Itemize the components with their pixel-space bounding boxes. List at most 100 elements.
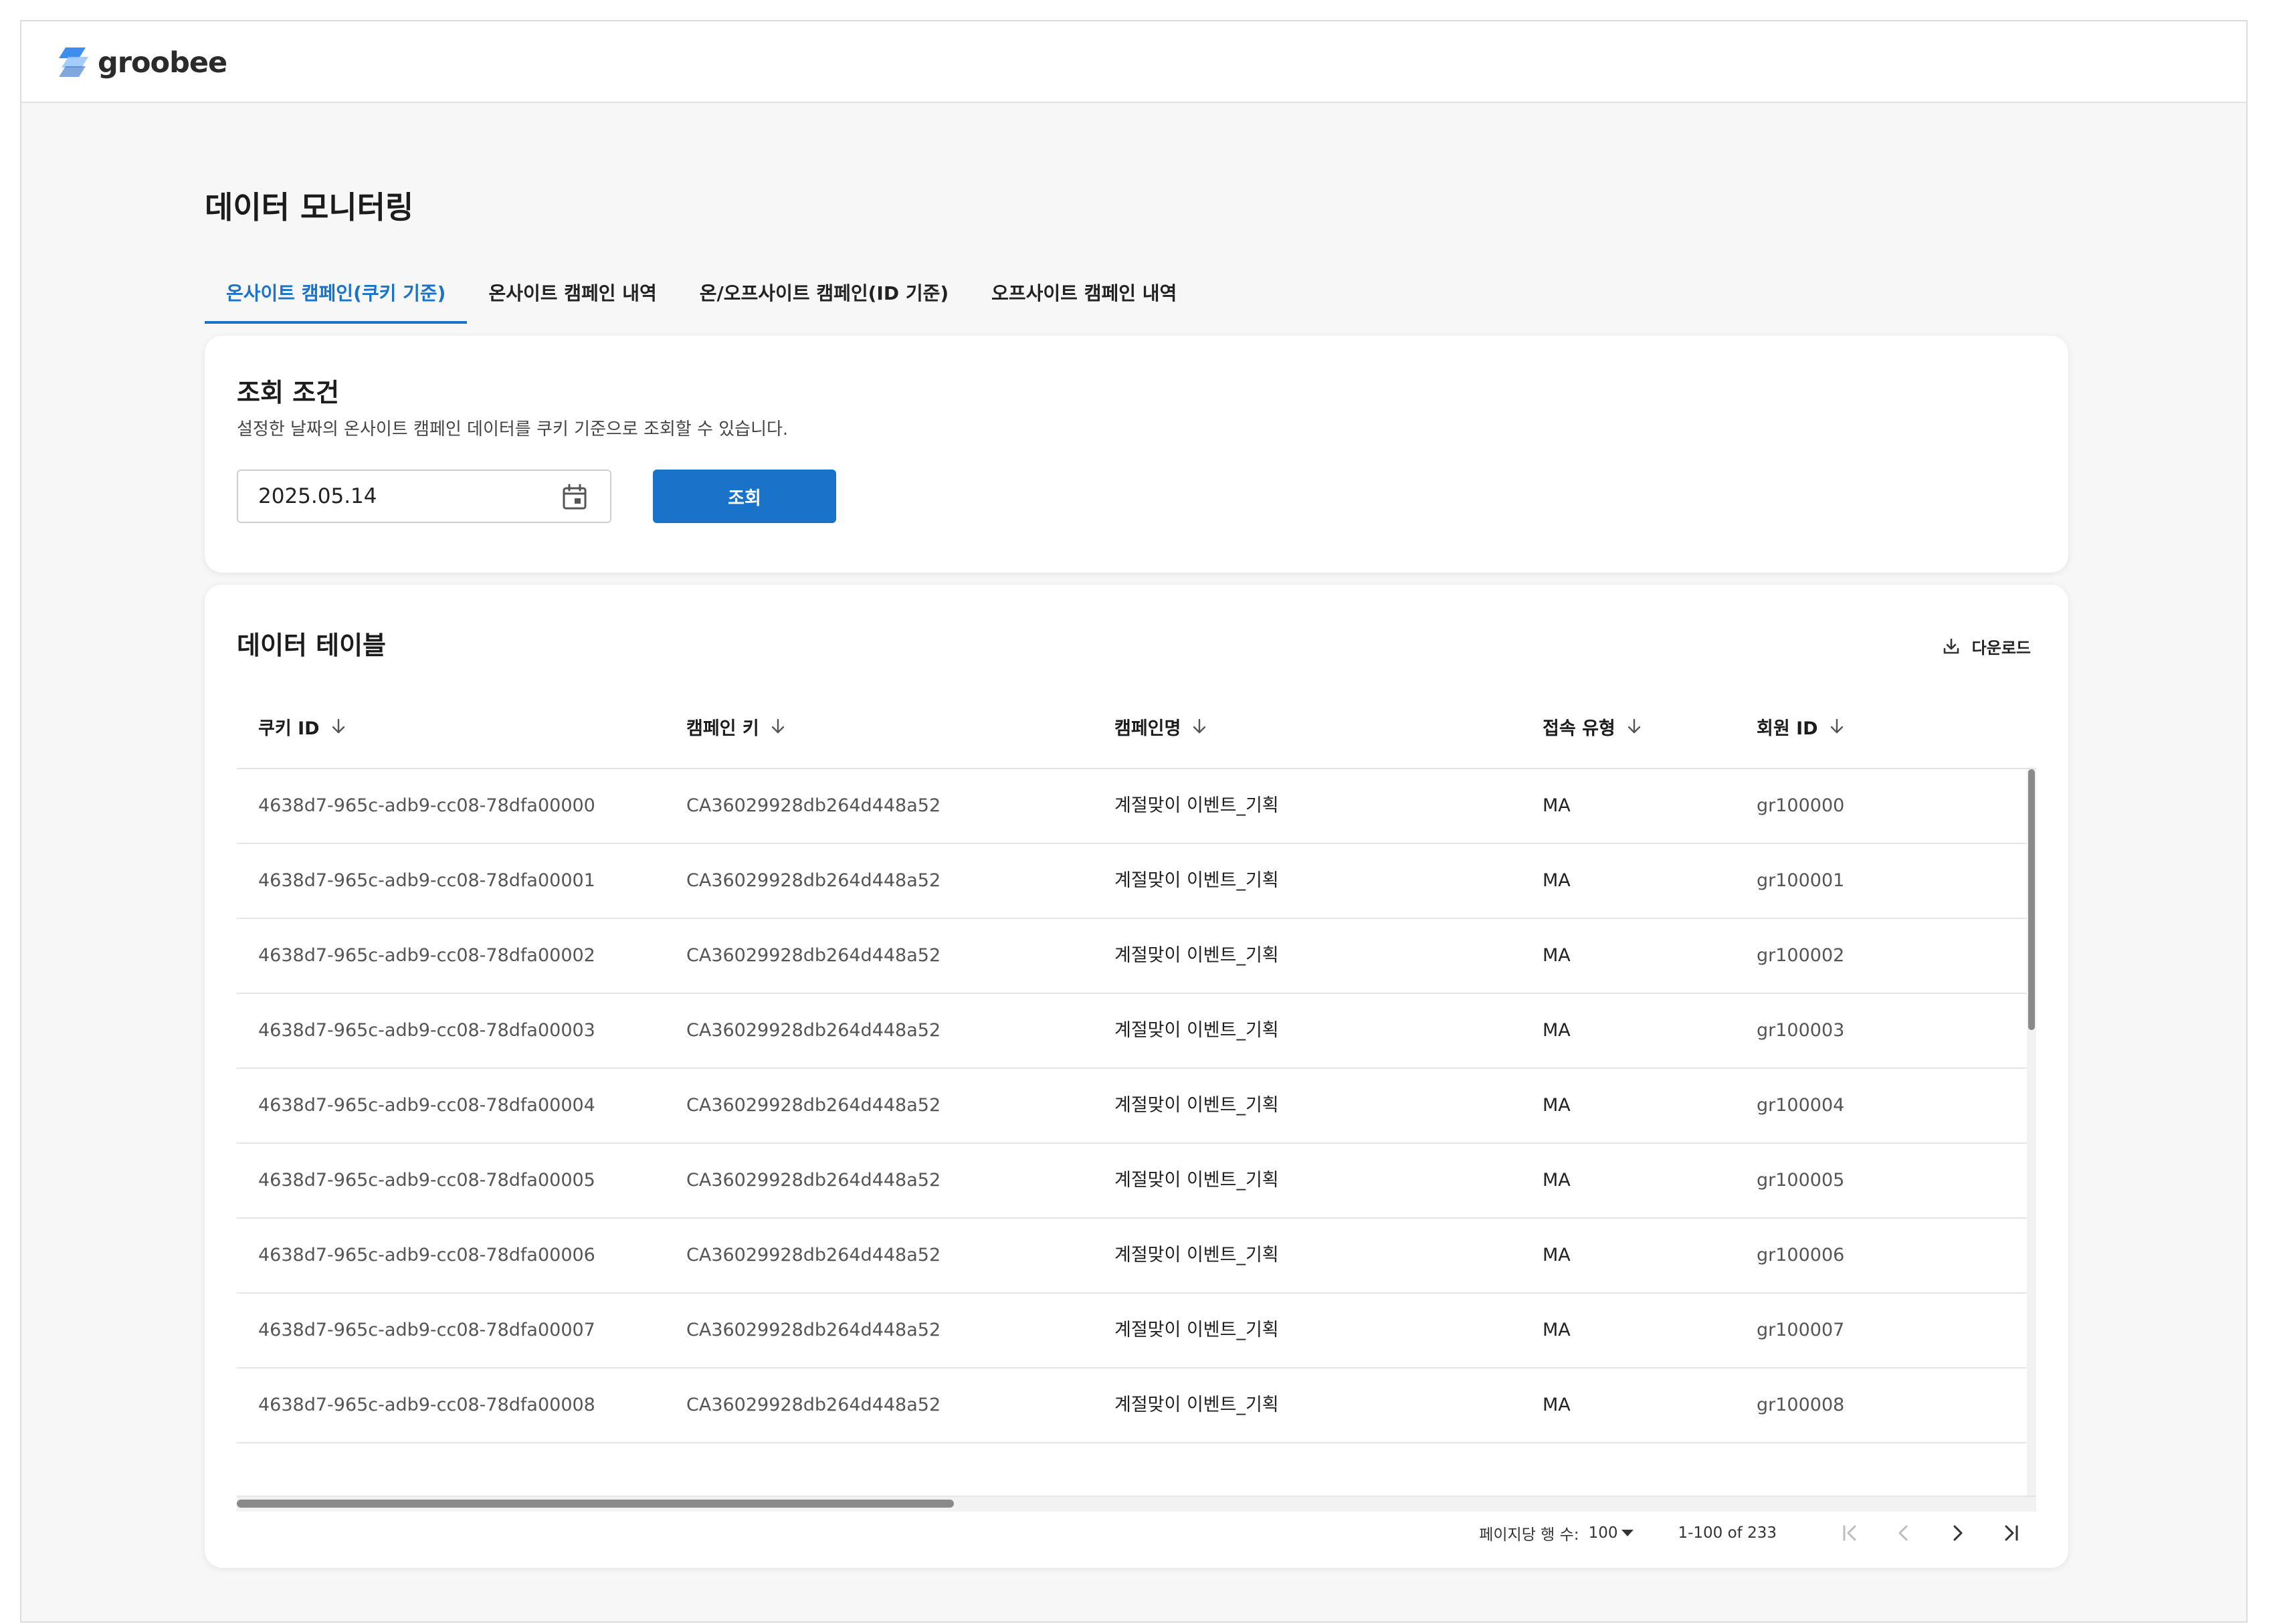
cell-cookie-id: 4638d7-965c-adb9-cc08-78dfa00005 [258, 1170, 595, 1191]
rows-per-page-label: 페이지당 행 수: [1479, 1526, 1579, 1544]
download-icon [1943, 638, 1959, 654]
column-header-cookie-id[interactable]: 쿠키 ID [258, 685, 347, 768]
rows-per-page-select[interactable]: 100 [1589, 1524, 1636, 1542]
cell-campaign-key: CA36029928db264d448a52 [686, 1095, 941, 1116]
cell-campaign-name: 계절맞이 이벤트_기획 [1114, 1395, 1279, 1415]
column-header-access-type[interactable]: 접속 유형 [1543, 685, 1642, 768]
cell-campaign-name: 계절맞이 이벤트_기획 [1114, 795, 1279, 816]
arrow-down-icon [1830, 718, 1843, 734]
tab-on-offsite-id[interactable]: 온/오프사이트 캠페인(ID 기준) [678, 269, 970, 324]
column-header-label: 회원 ID [1757, 718, 1818, 739]
cell-campaign-key: CA36029928db264d448a52 [686, 945, 941, 966]
cell-campaign-key: CA36029928db264d448a52 [686, 1020, 941, 1041]
tab-offsite-history[interactable]: 오프사이트 캠페인 내역 [970, 269, 1198, 324]
tab-bar: 온사이트 캠페인(쿠키 기준) 온사이트 캠페인 내역 온/오프사이트 캠페인(… [205, 269, 1198, 325]
cell-campaign-key: CA36029928db264d448a52 [686, 795, 941, 816]
column-header-campaign-key[interactable]: 캠페인 키 [686, 685, 786, 768]
cell-member-id: gr100002 [1757, 945, 1845, 966]
cell-access-type: MA [1543, 1020, 1571, 1041]
top-bar: groobee [21, 21, 2246, 103]
app-window: groobee 데이터 모니터링 온사이트 캠페인(쿠키 기준) 온사이트 캠페… [20, 20, 2248, 1623]
cell-member-id: gr100001 [1757, 870, 1845, 891]
cell-cookie-id: 4638d7-965c-adb9-cc08-78dfa00004 [258, 1095, 595, 1116]
data-table-card: 데이터 테이블 다운로드 쿠키 ID 캠페인 키 캠페인명 접속 유형 회원 I… [205, 585, 2068, 1568]
date-input[interactable] [258, 484, 539, 508]
cell-campaign-key: CA36029928db264d448a52 [686, 1170, 941, 1191]
next-page-button[interactable] [1937, 1513, 1977, 1553]
cell-member-id: gr100006 [1757, 1245, 1845, 1265]
prev-page-button[interactable] [1884, 1513, 1924, 1553]
date-field[interactable] [237, 470, 611, 523]
pagination: 페이지당 행 수: 100 1-100 of 233 [1479, 1513, 2031, 1553]
cell-campaign-key: CA36029928db264d448a52 [686, 870, 941, 891]
table-row[interactable]: 4638d7-965c-adb9-cc08-78dfa00005 CA36029… [237, 1144, 2027, 1219]
vertical-scrollbar[interactable] [2027, 769, 2036, 1497]
query-description: 설정한 날짜의 온사이트 캠페인 데이터를 쿠키 기준으로 조회할 수 있습니다… [237, 419, 789, 439]
cell-campaign-key: CA36029928db264d448a52 [686, 1320, 941, 1340]
table-row[interactable]: 4638d7-965c-adb9-cc08-78dfa00003 CA36029… [237, 994, 2027, 1069]
cell-campaign-name: 계절맞이 이벤트_기획 [1114, 1170, 1279, 1191]
cell-access-type: MA [1543, 795, 1571, 816]
first-page-button[interactable] [1830, 1513, 1870, 1553]
vertical-scroll-thumb[interactable] [2028, 769, 2035, 1030]
page-title: 데이터 모니터링 [205, 189, 414, 225]
download-button[interactable]: 다운로드 [1943, 634, 2031, 658]
cell-cookie-id: 4638d7-965c-adb9-cc08-78dfa00002 [258, 945, 595, 966]
cell-cookie-id: 4638d7-965c-adb9-cc08-78dfa00003 [258, 1020, 595, 1041]
brand-name: groobee [98, 46, 227, 80]
table-body: 4638d7-965c-adb9-cc08-78dfa00000 CA36029… [237, 769, 2027, 1497]
table-header: 쿠키 ID 캠페인 키 캠페인명 접속 유형 회원 ID [237, 685, 2036, 769]
column-header-label: 접속 유형 [1543, 718, 1615, 739]
cell-access-type: MA [1543, 1095, 1571, 1116]
cell-cookie-id: 4638d7-965c-adb9-cc08-78dfa00000 [258, 795, 595, 816]
last-page-button[interactable] [1991, 1513, 2031, 1553]
cell-campaign-key: CA36029928db264d448a52 [686, 1395, 941, 1415]
horizontal-scroll-thumb[interactable] [237, 1500, 954, 1508]
table-row[interactable]: 4638d7-965c-adb9-cc08-78dfa00000 CA36029… [237, 769, 2027, 844]
cell-member-id: gr100005 [1757, 1170, 1845, 1191]
column-header-label: 캠페인 키 [686, 718, 759, 739]
cell-access-type: MA [1543, 870, 1571, 891]
table-row[interactable]: 4638d7-965c-adb9-cc08-78dfa00007 CA36029… [237, 1294, 2027, 1368]
caret-down-icon [1621, 1530, 1634, 1536]
cell-campaign-name: 계절맞이 이벤트_기획 [1114, 945, 1279, 966]
first-page-icon [1843, 1525, 1856, 1541]
tab-onsite-cookie[interactable]: 온사이트 캠페인(쿠키 기준) [205, 269, 468, 324]
table-row[interactable]: 4638d7-965c-adb9-cc08-78dfa00006 CA36029… [237, 1219, 2027, 1294]
arrow-down-icon [1193, 718, 1206, 734]
cell-access-type: MA [1543, 945, 1571, 966]
table-row[interactable]: 4638d7-965c-adb9-cc08-78dfa00008 CA36029… [237, 1368, 2027, 1443]
tab-onsite-history[interactable]: 온사이트 캠페인 내역 [467, 269, 678, 324]
arrow-down-icon [771, 718, 784, 734]
cell-cookie-id: 4638d7-965c-adb9-cc08-78dfa00001 [258, 870, 595, 891]
cell-cookie-id: 4638d7-965c-adb9-cc08-78dfa00008 [258, 1395, 595, 1415]
calendar-icon[interactable] [561, 483, 589, 511]
table-row[interactable]: 4638d7-965c-adb9-cc08-78dfa00004 CA36029… [237, 1069, 2027, 1144]
column-header-label: 쿠키 ID [258, 718, 320, 739]
table-row[interactable]: 4638d7-965c-adb9-cc08-78dfa00002 CA36029… [237, 919, 2027, 994]
chevron-right-icon [1953, 1525, 1963, 1541]
last-page-icon [2005, 1525, 2018, 1541]
query-card-title: 조회 조건 [237, 378, 340, 407]
cell-access-type: MA [1543, 1170, 1571, 1191]
search-button[interactable]: 조회 [653, 470, 836, 523]
cell-member-id: gr100008 [1757, 1395, 1845, 1415]
cell-campaign-name: 계절맞이 이벤트_기획 [1114, 1020, 1279, 1041]
cell-member-id: gr100000 [1757, 795, 1845, 816]
cell-access-type: MA [1543, 1245, 1571, 1265]
column-header-label: 캠페인명 [1114, 718, 1181, 739]
table-row[interactable]: 4638d7-965c-adb9-cc08-78dfa00001 CA36029… [237, 844, 2027, 919]
cell-access-type: MA [1543, 1395, 1571, 1415]
horizontal-scrollbar[interactable] [237, 1496, 2036, 1512]
cell-campaign-name: 계절맞이 이벤트_기획 [1114, 1245, 1279, 1265]
cell-member-id: gr100003 [1757, 1020, 1845, 1041]
table-card-title: 데이터 테이블 [237, 631, 386, 660]
cell-member-id: gr100007 [1757, 1320, 1845, 1340]
cell-campaign-key: CA36029928db264d448a52 [686, 1245, 941, 1265]
brand-logo[interactable]: groobee [56, 43, 227, 83]
page-range: 1-100 of 233 [1678, 1524, 1777, 1542]
column-header-campaign-name[interactable]: 캠페인명 [1114, 685, 1207, 768]
cell-cookie-id: 4638d7-965c-adb9-cc08-78dfa00007 [258, 1320, 595, 1340]
column-header-member-id[interactable]: 회원 ID [1757, 685, 1845, 768]
groobee-logo-icon [59, 47, 88, 77]
